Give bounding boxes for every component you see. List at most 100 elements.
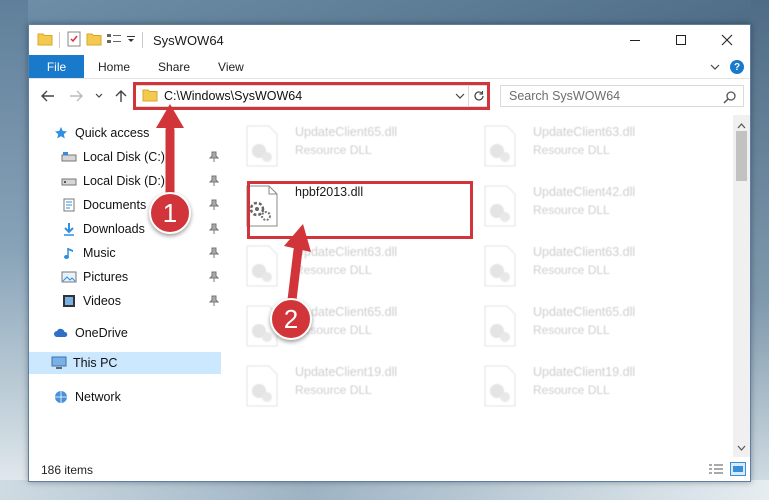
file-item[interactable]: UpdateClient63.dll Resource DLL (463, 241, 693, 293)
music-icon (61, 245, 77, 261)
sidebar-item-label: Local Disk (D:) (83, 174, 165, 188)
file-name: UpdateClient19.dll (533, 365, 636, 379)
address-highlight-box (133, 82, 490, 110)
dll-file-icon (245, 125, 285, 169)
view-buttons (708, 462, 746, 479)
dll-file-icon (245, 365, 285, 409)
sidebar-item-videos[interactable]: Videos (61, 290, 121, 312)
file-item[interactable]: UpdateClient65.dll Resource DLL (225, 301, 455, 353)
file-highlight-box (247, 181, 473, 239)
toolbar-divider (59, 32, 60, 48)
tab-file[interactable]: File (29, 55, 84, 78)
file-type: Resource DLL (295, 143, 372, 157)
recent-locations-button[interactable] (93, 87, 105, 105)
videos-icon (61, 293, 77, 309)
file-item[interactable]: UpdateClient65.dll Resource DLL (225, 121, 455, 173)
pin-icon[interactable] (208, 247, 220, 262)
desktop-background-right (751, 0, 769, 500)
folder-icon (37, 32, 53, 49)
navigation-pane: Quick access Local Disk (C:) Local Disk … (29, 115, 223, 455)
search-box[interactable]: Search SysWOW64 (500, 85, 744, 107)
tab-view[interactable]: View (204, 55, 258, 78)
desktop-background-bottom (0, 480, 769, 500)
up-button[interactable] (113, 87, 129, 105)
file-type: Resource DLL (533, 383, 610, 397)
search-input[interactable]: Search SysWOW64 (509, 89, 620, 103)
sidebar-item-downloads[interactable]: Downloads (61, 218, 145, 240)
scrollbar-thumb[interactable] (736, 131, 747, 181)
expand-ribbon-icon[interactable] (710, 60, 720, 74)
step-1-callout: 1 (149, 192, 191, 234)
sidebar-item-local-disk-d[interactable]: Local Disk (D:) (61, 170, 165, 192)
view-options-icon[interactable] (106, 32, 122, 49)
sidebar-item-quick-access[interactable]: Quick access (53, 122, 149, 144)
sidebar-item-network[interactable]: Network (53, 386, 121, 408)
new-folder-icon[interactable] (86, 32, 102, 49)
sidebar-item-local-disk-c[interactable]: Local Disk (C:) (61, 146, 165, 168)
file-name: UpdateClient63.dll (295, 245, 398, 259)
dll-file-icon (483, 185, 523, 229)
sidebar-item-label: Local Disk (C:) (83, 150, 165, 164)
title-bar: SysWOW64 (29, 25, 750, 55)
pin-icon[interactable] (208, 151, 220, 166)
cloud-icon (53, 325, 69, 341)
tiles-view-icon[interactable] (730, 462, 746, 479)
minimize-button[interactable] (612, 25, 658, 55)
maximize-button[interactable] (658, 25, 704, 55)
sidebar-item-label: Quick access (75, 126, 150, 140)
customize-toolbar-icon[interactable] (126, 33, 136, 47)
status-bar: 186 items (29, 459, 750, 481)
network-icon (53, 389, 69, 405)
quick-access-toolbar (37, 31, 145, 50)
desktop-background-left (0, 0, 28, 500)
dll-file-icon (483, 245, 523, 289)
file-name: UpdateClient42.dll (533, 185, 636, 199)
sidebar-item-music[interactable]: Music (61, 242, 116, 264)
properties-icon[interactable] (66, 31, 82, 50)
pictures-icon (61, 269, 77, 285)
sidebar-item-label: Documents (83, 198, 147, 212)
toolbar-divider (142, 32, 143, 48)
file-type: Resource DLL (295, 263, 372, 277)
file-item[interactable]: UpdateClient65.dll Resource DLL (463, 301, 693, 353)
sidebar-item-onedrive[interactable]: OneDrive (53, 322, 128, 344)
file-item[interactable]: UpdateClient63.dll Resource DLL (463, 121, 693, 173)
tab-home[interactable]: Home (84, 55, 144, 78)
vertical-scrollbar[interactable] (733, 115, 750, 457)
ribbon-right-controls: ? (710, 55, 744, 79)
scroll-down-icon[interactable] (737, 440, 746, 454)
sidebar-item-label: Videos (83, 294, 121, 308)
file-name: UpdateClient63.dll (533, 245, 636, 259)
scroll-up-icon[interactable] (737, 118, 746, 132)
pin-icon[interactable] (208, 271, 220, 286)
pin-icon[interactable] (208, 199, 220, 214)
close-button[interactable] (704, 25, 750, 55)
file-name: UpdateClient65.dll (533, 305, 636, 319)
dll-file-icon (483, 125, 523, 169)
sidebar-item-label: Network (75, 390, 121, 404)
back-button[interactable] (39, 87, 57, 105)
file-type: Resource DLL (533, 323, 610, 337)
file-item[interactable]: UpdateClient19.dll Resource DLL (225, 361, 455, 413)
search-icon[interactable] (723, 90, 737, 107)
details-view-icon[interactable] (708, 462, 724, 479)
tab-share[interactable]: Share (144, 55, 204, 78)
file-list: UpdateClient65.dll Resource DLL hpbf2013… (225, 115, 735, 455)
file-item[interactable]: UpdateClient19.dll Resource DLL (463, 361, 693, 413)
documents-icon (61, 197, 77, 213)
pin-icon[interactable] (208, 295, 220, 310)
pin-icon[interactable] (208, 175, 220, 190)
file-item[interactable]: UpdateClient63.dll Resource DLL (225, 241, 455, 293)
pin-icon[interactable] (208, 223, 220, 238)
sidebar-item-pictures[interactable]: Pictures (61, 266, 128, 288)
file-item[interactable]: UpdateClient42.dll Resource DLL (463, 181, 693, 233)
sidebar-item-documents[interactable]: Documents (61, 194, 146, 216)
sidebar-item-this-pc[interactable]: This PC (29, 352, 221, 374)
file-type: Resource DLL (295, 383, 372, 397)
star-icon (53, 125, 69, 141)
forward-button[interactable] (67, 87, 85, 105)
file-type: Resource DLL (533, 143, 610, 157)
help-icon[interactable]: ? (730, 60, 744, 74)
step-2-callout: 2 (270, 298, 312, 340)
sidebar-item-label: Downloads (83, 222, 145, 236)
